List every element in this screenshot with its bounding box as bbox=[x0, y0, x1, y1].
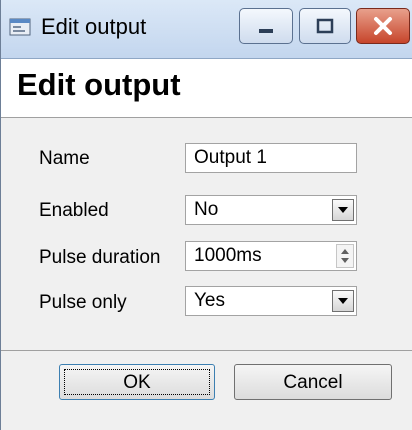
window-title: Edit output bbox=[41, 14, 147, 39]
maximize-button[interactable] bbox=[299, 8, 351, 44]
cancel-label: Cancel bbox=[283, 372, 343, 393]
maximize-icon bbox=[316, 18, 334, 34]
page-title: Edit output bbox=[17, 67, 181, 102]
dialog-header: Edit output bbox=[1, 59, 412, 118]
close-button[interactable] bbox=[356, 8, 410, 44]
name-field[interactable]: Output 1 bbox=[185, 143, 357, 173]
minimize-button[interactable] bbox=[239, 8, 293, 44]
divider bbox=[1, 350, 412, 351]
minimize-icon bbox=[259, 29, 273, 33]
up-down-arrows-icon bbox=[341, 249, 349, 263]
enabled-select[interactable]: No bbox=[185, 195, 357, 225]
name-value: Output 1 bbox=[194, 147, 267, 168]
close-icon bbox=[374, 17, 392, 35]
name-label: Name bbox=[39, 148, 90, 169]
title-bar[interactable]: Edit output bbox=[1, 0, 412, 59]
pulse-only-dropdown-button[interactable] bbox=[332, 290, 354, 312]
cancel-button[interactable]: Cancel bbox=[234, 364, 392, 400]
pulse-duration-label: Pulse duration bbox=[39, 247, 161, 268]
chevron-down-icon bbox=[338, 298, 348, 304]
pulse-duration-value: 1000ms bbox=[194, 245, 262, 266]
ok-button[interactable]: OK bbox=[59, 364, 215, 400]
enabled-value: No bbox=[194, 199, 219, 220]
edit-output-dialog: Edit output Edit output Name Output 1 En… bbox=[0, 0, 412, 430]
chevron-down-icon bbox=[338, 207, 348, 213]
focus-ring bbox=[64, 369, 210, 395]
pulse-only-select[interactable]: Yes bbox=[185, 286, 357, 316]
enabled-label: Enabled bbox=[39, 200, 109, 221]
spinner-buttons[interactable] bbox=[336, 244, 354, 268]
pulse-only-value: Yes bbox=[194, 290, 225, 311]
app-icon bbox=[9, 16, 31, 38]
pulse-duration-spinner[interactable]: 1000ms bbox=[185, 241, 357, 271]
pulse-only-label: Pulse only bbox=[39, 292, 127, 313]
enabled-dropdown-button[interactable] bbox=[332, 199, 354, 221]
